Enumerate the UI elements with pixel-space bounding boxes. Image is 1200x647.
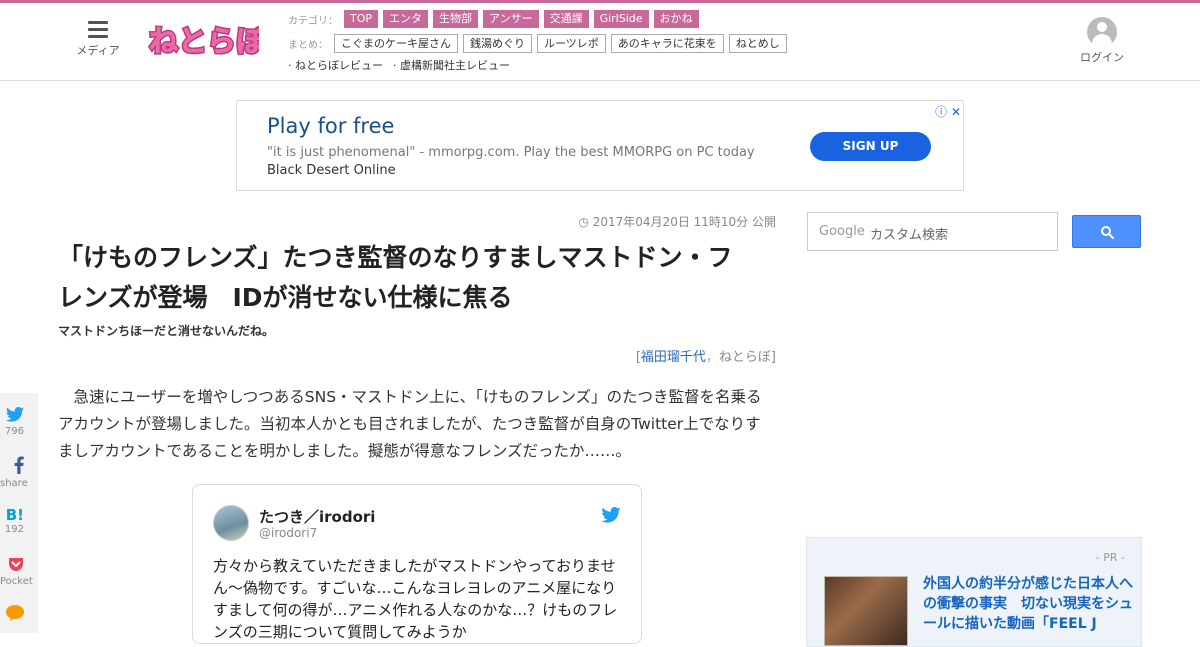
pr-thumbnail[interactable] xyxy=(824,576,908,646)
login-label: ログイン xyxy=(1080,51,1124,64)
hatena-icon: B! xyxy=(5,506,24,524)
google-search-input[interactable]: Google カスタム検索 xyxy=(807,212,1058,251)
site-header: メディア ねとらぼ ねとらぼ カテゴリ： TOP エンタ 生物部 アンサー 交通… xyxy=(0,3,1200,81)
matome-hanataba[interactable]: あのキャラに花束を xyxy=(610,33,724,53)
login-button[interactable]: ログイン xyxy=(1078,17,1126,65)
category-koutsuka[interactable]: 交通課 xyxy=(543,10,589,28)
article-lead-text: 急速にユーザーを増やしつつあるSNS・マストドン上に、「けものフレンズ」のたつき… xyxy=(58,388,762,460)
line-icon xyxy=(6,605,24,621)
ad-banner[interactable]: Play for free "it is just phenomenal" - … xyxy=(236,100,964,191)
share-twitter[interactable]: 796 xyxy=(0,407,24,438)
media-menu-label: メディア xyxy=(76,44,120,57)
matome-koguma[interactable]: こぐまのケーキ屋さん xyxy=(334,33,458,53)
share-hatena[interactable]: B! 192 xyxy=(0,506,24,536)
review-link-kyoko[interactable]: · 虚構新聞社主レビュー xyxy=(393,57,510,73)
share-bar: 796 share B! 192 Pocket xyxy=(0,393,38,633)
tweet-avatar[interactable] xyxy=(213,505,249,541)
share-facebook-label: share xyxy=(0,478,28,489)
category-label: カテゴリ： xyxy=(288,15,338,27)
byline-outlet: ねとらぼ] xyxy=(718,350,776,365)
category-seibutsubu[interactable]: 生物部 xyxy=(433,10,479,28)
hamburger-icon xyxy=(88,21,108,38)
pr-label: - PR - xyxy=(1095,551,1125,564)
search-icon xyxy=(1101,226,1114,239)
clock-icon: ◷ xyxy=(578,215,593,229)
byline-separator: ， xyxy=(705,350,719,365)
tweet-author-name[interactable]: たつき／irodori xyxy=(259,506,375,527)
share-pocket-label: Pocket xyxy=(0,576,33,587)
pr-widget[interactable]: - PR - 外国人の約半分が感じた日本人への衝撃の事実 切ない現実をシュールに… xyxy=(806,537,1142,647)
svg-text:ねとらぼ: ねとらぼ xyxy=(149,24,259,58)
author-link[interactable]: 福田瑠千代 xyxy=(641,350,706,365)
category-girlside[interactable]: GirlSide xyxy=(593,10,649,28)
category-answer[interactable]: アンサー xyxy=(483,10,539,28)
media-menu-button[interactable]: メディア xyxy=(74,21,122,58)
tweet-author-handle[interactable]: @irodori7 xyxy=(259,526,317,540)
ad-signup-button[interactable]: SIGN UP xyxy=(810,132,931,161)
embedded-tweet[interactable]: たつき／irodori @irodori7 方々から教えていただきましたがマスト… xyxy=(192,484,642,644)
share-hatena-count: 192 xyxy=(4,524,24,535)
share-line[interactable] xyxy=(0,605,24,625)
category-okane[interactable]: おかね xyxy=(653,10,699,28)
review-link-nlab[interactable]: · ねとらぼレビュー xyxy=(288,57,383,73)
review-links: · ねとらぼレビュー · 虚構新聞社主レビュー xyxy=(288,57,520,73)
twitter-icon xyxy=(6,407,24,422)
ad-title[interactable]: Play for free xyxy=(267,114,394,138)
share-facebook[interactable]: share xyxy=(0,456,28,490)
publish-date-text: 2017年04月20日 11時10分 公開 xyxy=(592,215,776,229)
nlab-logo[interactable]: ねとらぼ ねとらぼ xyxy=(147,17,259,63)
search-button[interactable] xyxy=(1072,215,1141,248)
matome-netomeshi[interactable]: ねとめし xyxy=(728,33,787,53)
category-enta[interactable]: エンタ xyxy=(383,10,429,28)
twitter-bird-icon[interactable] xyxy=(601,507,621,523)
matome-nav: まとめ： こぐまのケーキ屋さん 銭湯めぐり ルーツレポ あのキャラに花束を ねと… xyxy=(288,33,792,53)
pocket-icon xyxy=(9,558,23,571)
matome-label: まとめ： xyxy=(288,39,328,51)
article-subtitle: マストドンちほーだと消せないんだね。 xyxy=(58,324,275,338)
article-lead: 急速にユーザーを増やしつつあるSNS・マストドン上に、「けものフレンズ」のたつき… xyxy=(58,384,770,465)
matome-roots[interactable]: ルーツレポ xyxy=(537,33,606,53)
ad-desc-strong: Black Desert Online xyxy=(267,163,396,178)
facebook-icon xyxy=(14,456,24,474)
category-top[interactable]: TOP xyxy=(344,10,379,28)
category-nav: カテゴリ： TOP エンタ 生物部 アンサー 交通課 GirlSide おかね xyxy=(288,10,704,28)
search-placeholder: カスタム検索 xyxy=(870,228,949,243)
byline: [福田瑠千代，ねとらぼ] xyxy=(560,346,776,365)
share-pocket[interactable]: Pocket xyxy=(0,556,33,588)
pr-headline[interactable]: 外国人の約半分が感じた日本人への衝撃の事実 切ない現実をシュールに描いた動画「F… xyxy=(923,574,1133,634)
google-logo: Google xyxy=(819,224,865,239)
ad-close-icon[interactable]: ⓘ ✕ xyxy=(935,103,961,120)
share-twitter-count: 796 xyxy=(4,426,24,437)
matome-sento[interactable]: 銭湯めぐり xyxy=(463,33,532,53)
publish-date: ◷ 2017年04月20日 11時10分 公開 xyxy=(578,213,776,230)
user-icon xyxy=(1087,17,1117,47)
ad-description: "it is just phenomenal" - mmorpg.com. Pl… xyxy=(267,144,787,180)
ad-desc-text: "it is just phenomenal" - mmorpg.com. Pl… xyxy=(267,145,755,160)
article-title: 「けものフレンズ」たつき監督のなりすましマストドン・フレンズが登場 IDが消せな… xyxy=(58,243,733,312)
